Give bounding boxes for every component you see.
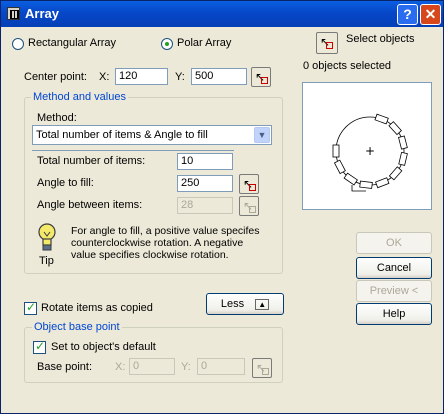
select-objects-label: Select objects xyxy=(346,33,415,45)
pick-angle-to-fill-button[interactable]: ↖ xyxy=(239,174,259,194)
center-x-label: X: xyxy=(99,71,110,83)
preview-array-item xyxy=(388,121,402,136)
objects-selected-status: 0 objects selected xyxy=(303,60,392,72)
lightbulb-icon xyxy=(38,223,56,251)
select-objects-button[interactable]: ↖ xyxy=(316,32,338,54)
rotate-items-label[interactable]: Rotate items as copied xyxy=(41,302,153,314)
pick-box-icon xyxy=(249,206,256,213)
polar-array-radio[interactable] xyxy=(161,38,173,50)
polar-array-preview: + xyxy=(332,113,408,192)
method-group-title: Method and values xyxy=(31,91,128,103)
pick-base-point-button[interactable]: ↖ xyxy=(252,358,272,378)
angle-between-input[interactable]: 28 xyxy=(177,197,233,214)
array-app-icon xyxy=(7,7,20,20)
pick-box-icon xyxy=(261,77,268,84)
rectangular-array-radio[interactable] xyxy=(12,38,24,50)
angle-between-label: Angle between items: xyxy=(37,199,143,211)
separator xyxy=(32,150,234,151)
tip-text: For angle to fill, a positive value spec… xyxy=(71,225,260,261)
center-y-label: Y: xyxy=(175,71,185,83)
total-items-label: Total number of items: xyxy=(37,155,146,167)
rectangular-array-label[interactable]: Rectangular Array xyxy=(28,37,116,49)
tip-label: Tip xyxy=(39,255,54,267)
preview-array-item xyxy=(398,135,408,150)
help-title-button[interactable]: ? xyxy=(397,4,418,25)
array-dialog: Array ? ✕ Rectangular Array Polar Array … xyxy=(0,0,444,414)
question-icon: ? xyxy=(403,6,412,22)
help-button[interactable]: Help xyxy=(356,303,432,325)
preview-array-item xyxy=(332,144,340,158)
ok-button[interactable]: OK xyxy=(356,232,432,254)
base-x-label: X: xyxy=(115,361,126,373)
pick-center-point-button[interactable]: ↖ xyxy=(251,67,271,87)
set-default-label[interactable]: Set to object's default xyxy=(51,341,156,353)
cancel-button[interactable]: Cancel xyxy=(356,257,432,279)
less-button-label: Less xyxy=(220,298,245,310)
chevron-down-icon[interactable]: ▼ xyxy=(254,127,270,143)
pick-angle-between-button[interactable]: ↖ xyxy=(239,196,259,216)
preview-array-item xyxy=(388,166,403,181)
base-y-input[interactable]: 0 xyxy=(197,358,245,375)
pick-box-icon xyxy=(262,368,269,375)
array-preview-pane: + xyxy=(302,82,432,210)
method-select-value: Total number of items & Angle to fill xyxy=(36,129,208,141)
preview-button[interactable]: Preview < xyxy=(356,280,432,302)
base-point-group-title: Object base point xyxy=(32,321,122,333)
center-point-label: Center point: xyxy=(24,71,87,83)
collapse-up-icon: ▲ xyxy=(255,299,270,310)
preview-center-mark: + xyxy=(365,144,375,158)
angle-to-fill-input[interactable]: 250 xyxy=(177,175,233,192)
polar-array-label[interactable]: Polar Array xyxy=(177,37,231,49)
total-items-input[interactable]: 10 xyxy=(177,153,233,170)
preview-array-item xyxy=(398,151,408,166)
center-x-input[interactable]: 120 xyxy=(115,68,168,85)
less-button[interactable]: Less ▲ xyxy=(206,293,284,315)
method-label: Method: xyxy=(37,112,77,124)
set-default-checkbox[interactable] xyxy=(33,339,46,354)
base-point-label: Base point: xyxy=(37,361,93,373)
preview-array-item xyxy=(333,159,346,175)
pick-box-icon xyxy=(249,184,256,191)
base-y-label: Y: xyxy=(181,361,191,373)
base-x-input[interactable]: 0 xyxy=(129,358,175,375)
window-title: Array xyxy=(25,6,59,21)
preview-array-item xyxy=(374,113,389,125)
title-bar[interactable]: Array ? ✕ xyxy=(1,1,443,27)
preview-array-item xyxy=(359,180,373,189)
preview-array-item xyxy=(343,172,358,186)
preview-array-item xyxy=(375,177,390,189)
angle-to-fill-label: Angle to fill: xyxy=(37,177,94,189)
method-select[interactable]: Total number of items & Angle to fill ▼ xyxy=(32,125,272,145)
center-y-input[interactable]: 500 xyxy=(191,68,247,85)
close-button[interactable]: ✕ xyxy=(420,4,441,25)
pick-box-icon xyxy=(326,42,333,49)
close-icon: ✕ xyxy=(424,6,437,22)
rotate-items-checkbox[interactable] xyxy=(24,300,37,315)
